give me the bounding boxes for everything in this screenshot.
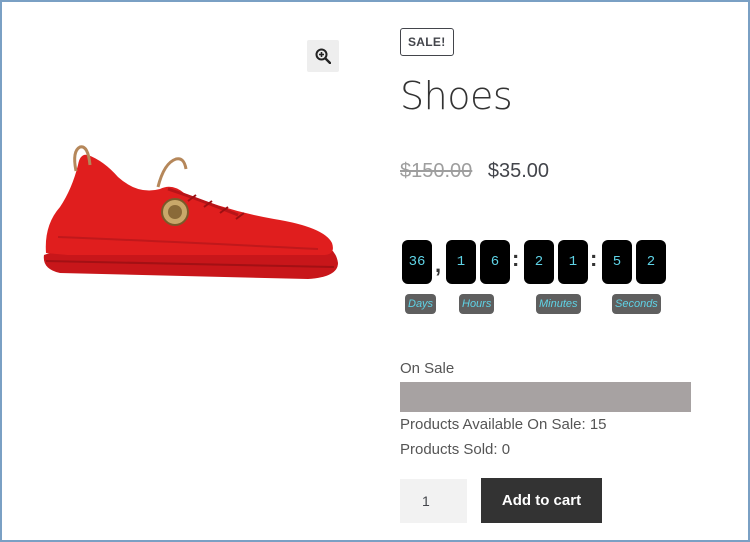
countdown-hours-tens: 1 <box>446 240 476 284</box>
countdown-separator: : <box>512 246 520 271</box>
price: $150.00 $35.00 <box>400 160 549 183</box>
countdown-separator: , <box>435 252 442 277</box>
sale-progress-bar <box>400 382 691 412</box>
countdown-label-hours: Hours <box>459 294 495 314</box>
countdown-minutes-tens: 2 <box>524 240 554 284</box>
countdown-days: 36 <box>402 240 432 284</box>
countdown-minutes-ones: 1 <box>558 240 588 284</box>
products-sold: Products Sold: 0 <box>400 441 511 458</box>
sale-badge: SALE! <box>400 28 454 56</box>
quantity-input[interactable] <box>400 479 467 523</box>
product-title: Shoes <box>400 74 513 118</box>
zoom-in-icon <box>315 48 331 64</box>
countdown-label-seconds: Seconds <box>612 294 661 314</box>
on-sale-label: On Sale <box>400 360 455 377</box>
countdown-hours-ones: 6 <box>480 240 510 284</box>
countdown-seconds-ones: 2 <box>636 240 666 284</box>
regular-price: $150.00 <box>400 160 473 182</box>
products-available: Products Available On Sale: 15 <box>400 416 607 433</box>
countdown-seconds-tens: 5 <box>602 240 632 284</box>
countdown-label-days: Days <box>405 294 437 314</box>
zoom-button[interactable] <box>307 40 339 72</box>
countdown-separator: : <box>590 246 598 271</box>
page-frame: SALE! Shoes $150.00 $35.00 36 , 1 6 : 2 … <box>0 0 750 542</box>
countdown-label-minutes: Minutes <box>536 294 581 314</box>
sale-price: $35.00 <box>487 160 550 182</box>
product-image[interactable] <box>38 137 343 287</box>
sale-countdown: 36 , 1 6 : 2 1 : 5 2 Days Hours Minutes … <box>400 240 700 320</box>
add-to-cart-button[interactable]: Add to cart <box>481 478 602 523</box>
